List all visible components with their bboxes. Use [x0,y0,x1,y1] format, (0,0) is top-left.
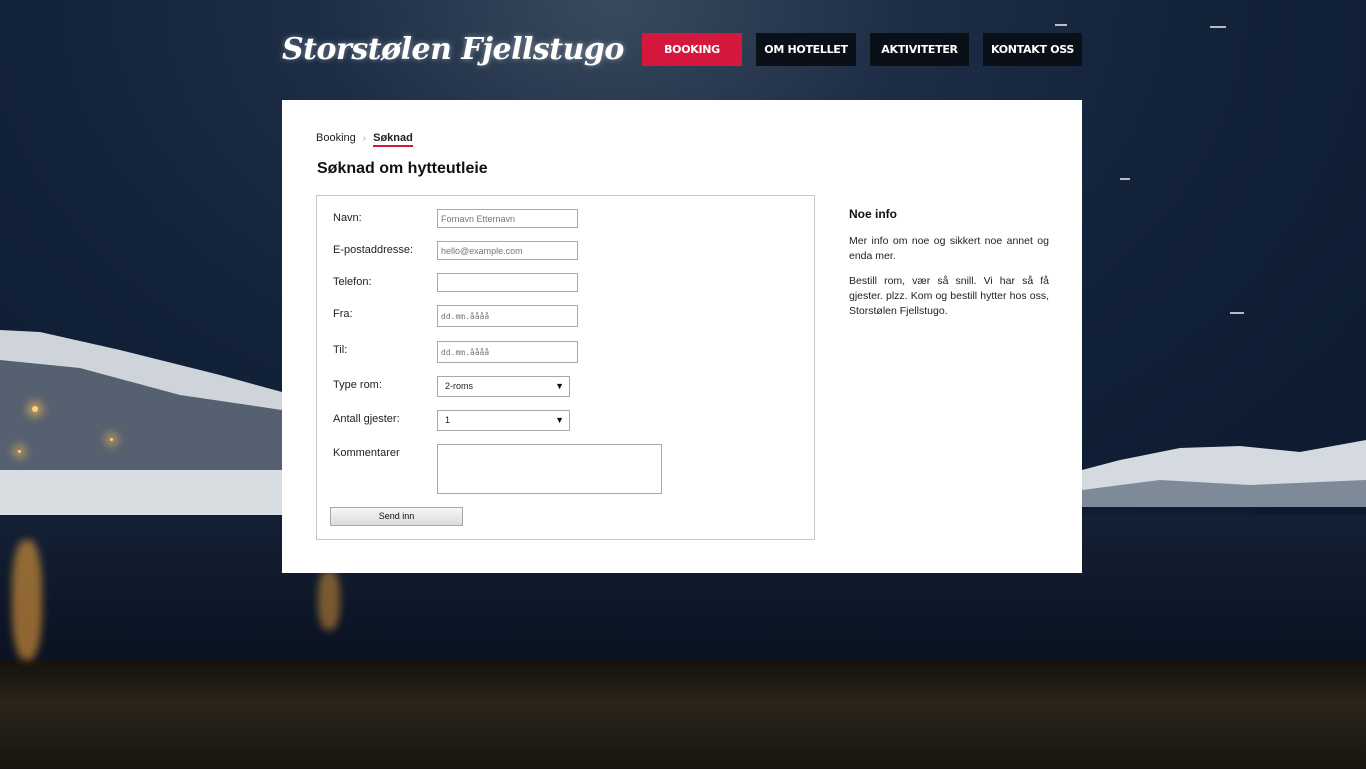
guests-value: 1 [445,415,451,425]
street-light [110,438,113,441]
phone-label: Telefon: [333,276,372,288]
main-nav: BOOKING OM HOTELLET AKTIVITETER KONTAKT … [642,33,1082,66]
street-light [32,406,38,412]
site-logo[interactable]: Storstølen Fjellstugo [282,32,624,67]
info-title: Noe info [849,207,897,221]
guests-select[interactable]: 1 ▼ [437,410,570,431]
room-type-select[interactable]: 2-roms ▼ [437,376,570,397]
name-label: Navn: [333,212,362,224]
star-trail [1230,312,1244,314]
breadcrumb-booking[interactable]: Booking [316,132,356,144]
comments-textarea[interactable] [437,444,662,494]
room-type-label: Type rom: [333,379,382,391]
page-title: Søknad om hytteutleie [317,160,488,177]
info-paragraph: Bestill rom, vær så snill. Vi har så få … [849,275,1049,317]
star-trail [1055,24,1067,26]
breadcrumb: Booking › Søknad [316,132,413,147]
star-trail [1210,26,1226,28]
phone-input[interactable] [437,273,578,292]
nav-booking[interactable]: BOOKING [642,33,742,66]
content-panel: Booking › Søknad Søknad om hytteutleie Nav… [282,100,1082,573]
email-label: E-postaddresse: [333,244,414,256]
street-light [18,450,21,453]
to-date-input[interactable] [437,341,578,363]
booking-form: Navn: E-postaddresse: Telefon: Fra: Til:… [316,195,815,540]
breadcrumb-separator-icon: › [362,133,367,144]
light-reflection [12,540,42,660]
from-label: Fra: [333,308,353,320]
comments-label: Kommentarer [333,447,400,459]
info-paragraph: Mer info om noe og sikkert noe annet og … [849,235,1049,262]
from-date-input[interactable] [437,305,578,327]
breadcrumb-current: Søknad [373,132,413,147]
email-input[interactable] [437,241,578,260]
star-trail [1120,178,1130,180]
nav-kontakt-oss[interactable]: KONTAKT OSS [983,33,1082,66]
guests-label: Antall gjester: [333,413,400,425]
nav-aktiviteter[interactable]: AKTIVITETER [870,33,969,66]
chevron-down-icon: ▼ [555,415,564,425]
submit-button[interactable]: Send inn [330,507,463,526]
chevron-down-icon: ▼ [555,381,564,391]
to-label: Til: [333,344,348,356]
nav-om-hotellet[interactable]: OM HOTELLET [756,33,856,66]
room-type-value: 2-roms [445,381,474,391]
name-input[interactable] [437,209,578,228]
light-reflection [318,570,340,630]
shoreline [0,660,1366,769]
